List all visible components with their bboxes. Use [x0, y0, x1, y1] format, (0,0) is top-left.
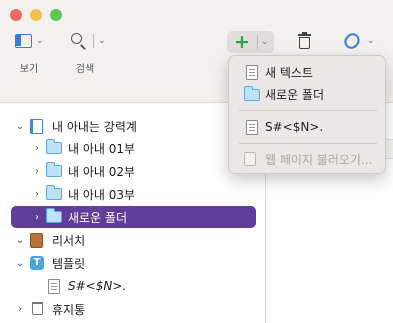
close-window-button[interactable] — [10, 9, 22, 21]
binder-item-label: 내 아내는 강력계 — [52, 119, 137, 134]
trash-icon — [298, 32, 311, 49]
disclosure-open-icon[interactable]: ⌄ — [14, 121, 26, 132]
menu-separator — [239, 110, 377, 111]
add-menu: 새 텍스트 새로운 폴더 S#<$N>. 웹 페이지 불러오기... — [228, 55, 386, 174]
menu-item-label: 새 텍스트 — [265, 65, 313, 80]
binder-item-label: 내 아내 03부 — [68, 187, 136, 202]
binder-item[interactable]: › 내 아내 01부 — [0, 137, 266, 159]
disclosure-closed-icon[interactable]: › — [31, 143, 43, 154]
menu-item-new-text[interactable]: 새 텍스트 — [229, 61, 387, 83]
template-icon: T — [30, 256, 46, 270]
chevron-down-icon[interactable]: ⌄ — [261, 37, 269, 47]
binder-item-label: 내 아내 02부 — [68, 164, 136, 179]
disclosure-open-icon[interactable]: ⌄ — [14, 258, 26, 269]
view-button[interactable]: ⌄ — [15, 34, 44, 48]
web-page-icon — [244, 152, 256, 166]
chevron-down-icon: ⌄ — [367, 36, 375, 46]
binder-item-label: 내 아내 01부 — [68, 141, 136, 156]
disclosure-closed-icon[interactable]: › — [14, 304, 26, 315]
divider — [257, 35, 258, 49]
trash-icon — [30, 302, 46, 316]
menu-separator — [239, 143, 377, 144]
search-label: 검색 — [75, 64, 95, 75]
menu-item-template[interactable]: S#<$N>. — [229, 116, 387, 138]
folder-icon — [46, 139, 62, 156]
menu-item-import-web-page: 웹 페이지 불러오기... — [229, 148, 387, 170]
chevron-down-icon: ⌄ — [98, 35, 106, 46]
binder-item-label: 템플릿 — [52, 256, 86, 271]
binder-item-label: 새로운 폴더 — [68, 210, 128, 225]
add-button-group[interactable]: + ⌄ — [227, 31, 274, 53]
binder-item-label: 리서치 — [52, 233, 86, 248]
binder-item-selected[interactable]: › 새로운 폴더 — [11, 206, 256, 228]
binder-item[interactable]: › 내 아내 02부 — [0, 160, 266, 182]
disclosure-closed-icon[interactable]: › — [31, 212, 43, 223]
binder-item[interactable]: ⌄ 내 아내는 강력계 — [0, 115, 266, 137]
menu-item-label: S#<$N>. — [265, 120, 324, 134]
menu-item-label: 새로운 폴더 — [265, 87, 325, 102]
menu-item-new-folder[interactable]: 새로운 폴더 — [229, 83, 387, 105]
binder-item[interactable]: S#<$N>. — [0, 275, 266, 297]
binder-item[interactable]: ⌄ T 템플릿 — [0, 252, 266, 274]
binder-item[interactable]: › 내 아내 03부 — [0, 183, 266, 205]
minimize-window-button[interactable] — [30, 9, 42, 21]
plus-icon[interactable]: + — [227, 31, 257, 53]
paperclip-icon — [341, 30, 363, 52]
disclosure-closed-icon[interactable]: › — [31, 189, 43, 200]
folder-icon — [46, 185, 62, 202]
search-button[interactable]: ⌄ — [70, 32, 106, 50]
disclosure-closed-icon[interactable]: › — [31, 166, 43, 177]
disclosure-open-icon[interactable]: ⌄ — [14, 235, 26, 246]
binder-item-label: S#<$N>. — [68, 279, 127, 293]
binder-item[interactable]: › 휴지통 — [0, 298, 266, 320]
search-icon — [70, 32, 87, 50]
binder-item[interactable]: ⌄ 리서치 — [0, 229, 266, 251]
view-label: 보기 — [19, 64, 39, 75]
folder-icon — [46, 162, 62, 179]
binder-item-label: 휴지통 — [52, 302, 86, 317]
folder-icon — [244, 86, 260, 101]
folder-icon — [46, 208, 62, 225]
delete-button[interactable] — [298, 32, 311, 49]
attachment-button[interactable]: ⌄ — [341, 30, 375, 52]
document-icon — [244, 119, 258, 135]
document-icon — [46, 279, 62, 294]
notebook-icon — [30, 119, 46, 134]
menu-item-label: 웹 페이지 불러오기... — [265, 152, 373, 167]
chevron-down-icon: ⌄ — [36, 36, 44, 46]
layout-icon — [15, 34, 32, 48]
binder-sidebar[interactable]: ⌄ 내 아내는 강력계 › 내 아내 01부 › 내 아내 02부 › 내 아내… — [0, 104, 266, 323]
document-icon — [244, 64, 258, 80]
research-icon — [30, 233, 46, 248]
zoom-window-button[interactable] — [50, 9, 62, 21]
